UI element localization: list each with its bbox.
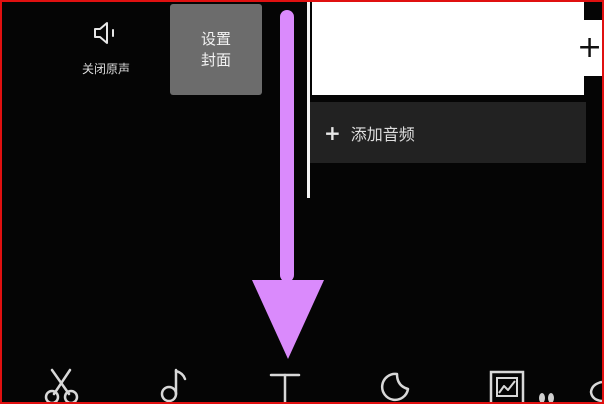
mute-original-audio-button[interactable]: 关闭原声 <box>62 18 150 88</box>
add-audio-label: 添加音频 <box>350 124 415 144</box>
more-dots-icon[interactable] <box>538 391 558 403</box>
mute-label: 关闭原声 <box>81 62 130 76</box>
set-cover-label-line2: 封面 <box>200 50 231 69</box>
annotation-down-arrow <box>252 10 324 359</box>
add-clip-plus-icon: + <box>577 30 603 65</box>
audio-tool[interactable] <box>155 366 195 402</box>
text-tool[interactable] <box>266 366 306 402</box>
text-icon <box>269 373 301 402</box>
add-audio-track[interactable]: + 添加音频 <box>310 102 586 163</box>
cut-tool[interactable] <box>42 366 82 402</box>
picture-in-picture-tool[interactable] <box>488 366 528 402</box>
plus-icon: + <box>324 120 341 145</box>
sticker-icon <box>380 372 410 402</box>
set-cover-button[interactable]: 设置 封面 <box>170 4 262 95</box>
partial-tool-icon[interactable] <box>588 380 602 402</box>
speaker-icon <box>94 22 114 44</box>
image-icon <box>489 370 525 402</box>
video-clip-thumbnail[interactable] <box>312 2 584 95</box>
scissors-icon <box>44 368 79 402</box>
sticker-tool[interactable] <box>377 366 417 402</box>
music-note-icon <box>160 368 187 402</box>
bottom-toolbar <box>2 362 602 402</box>
add-clip-button[interactable]: + <box>567 20 603 76</box>
set-cover-label-line1: 设置 <box>200 29 231 48</box>
screenshot-frame: 关闭原声 设置 封面 + 添加音频 + <box>0 0 604 404</box>
